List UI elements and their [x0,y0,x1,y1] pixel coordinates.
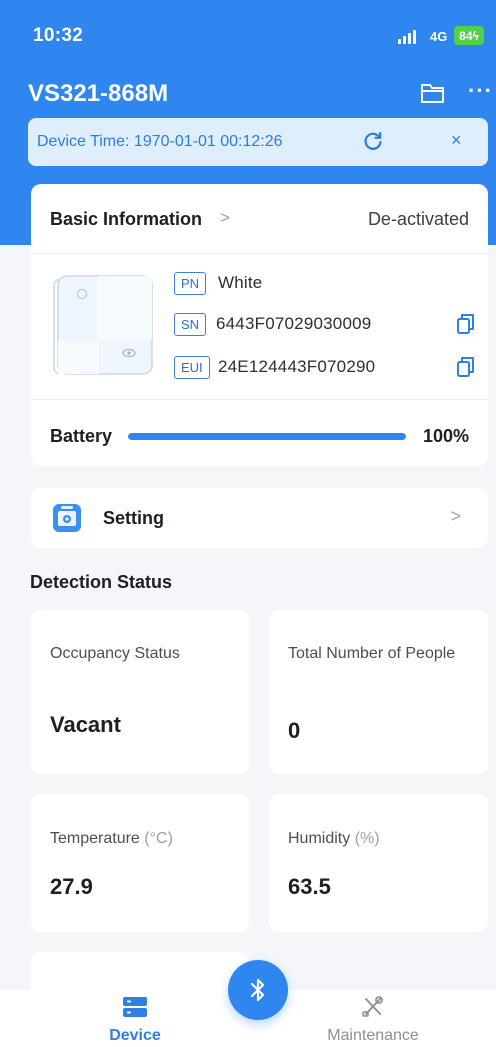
copy-eui-icon[interactable] [456,356,476,378]
battery-percent: 100% [422,426,469,446]
basic-information-card: Basic Information > De-activated PN Whit… [31,184,488,466]
network-type: 4G [430,29,448,44]
activation-status: De-activated [367,209,469,229]
device-time-banner: Device Time: 1970-01-01 00:12:26 × [28,118,488,166]
copy-sn-icon[interactable] [456,313,476,335]
refresh-icon[interactable] [362,130,384,152]
title-bar: VS321-868M ··· [0,74,496,116]
humidity-unit: (%) [354,830,380,847]
close-banner-button[interactable]: × [451,130,462,151]
temperature-label-text: Temperature [50,830,140,847]
bluetooth-icon [250,978,265,1002]
humidity-value: 63.5 [288,874,331,899]
tools-icon [362,996,383,1017]
folder-icon[interactable] [420,82,445,104]
sn-tag: SN [174,313,207,336]
page-title: VS321-868M [28,80,169,107]
tab-maintenance[interactable]: Maintenance [293,990,453,1047]
people-count-value: 0 [288,718,301,743]
eui-value: 24E124443F070290 [218,357,376,376]
setting-label: Setting [103,508,164,528]
setting-icon [53,504,81,532]
basic-information-header[interactable]: Basic Information > De-activated [31,184,488,254]
pn-value: White [218,273,263,292]
battery-label: Battery [50,426,113,446]
pn-tag: PN [174,272,207,295]
battery-progress-fill [128,433,406,440]
temperature-tile: Temperature (°C) 27.9 [31,794,249,932]
temperature-unit: (°C) [144,830,173,847]
signal-icon [398,30,416,44]
battery-progress-bar [128,433,406,440]
eui-tag: EUI [174,356,210,379]
occupancy-status-value: Vacant [50,712,121,737]
detection-status-title: Detection Status [30,572,173,592]
chevron-right-icon: > [220,208,230,227]
tab-device[interactable]: Device [55,990,215,1047]
more-menu-button[interactable]: ··· [468,80,493,102]
battery-indicator: 84 ϟ [454,26,484,45]
temperature-value: 27.9 [50,874,93,899]
status-bar: 10:32 4G 84 ϟ [0,0,496,74]
tab-maintenance-label: Maintenance [327,1027,419,1044]
device-time-text: Device Time: 1970-01-01 00:12:26 [37,133,283,150]
humidity-tile: Humidity (%) 63.5 [269,794,488,932]
humidity-label: Humidity (%) [288,827,380,850]
setting-row[interactable]: Setting > [31,488,488,548]
people-count-label: Total Number of People [288,645,456,662]
tab-device-label: Device [109,1027,161,1044]
humidity-label-text: Humidity [288,830,351,847]
chevron-right-icon: > [450,506,461,526]
battery-row: Battery 100% [31,399,488,466]
occupancy-status-label: Occupancy Status [50,645,180,662]
clock: 10:32 [33,25,84,46]
device-image [53,275,153,375]
bluetooth-button[interactable] [228,960,288,1020]
charging-icon: ϟ [472,28,479,43]
occupancy-status-tile: Occupancy Status Vacant [31,610,249,774]
basic-information-label: Basic Information [50,209,203,229]
device-tab-icon [123,997,147,1017]
temperature-label: Temperature (°C) [50,827,173,850]
people-count-tile: Total Number of People 0 [269,610,488,774]
sn-value: 6443F07029030009 [216,314,372,333]
battery-level-text: 84 [459,28,473,43]
